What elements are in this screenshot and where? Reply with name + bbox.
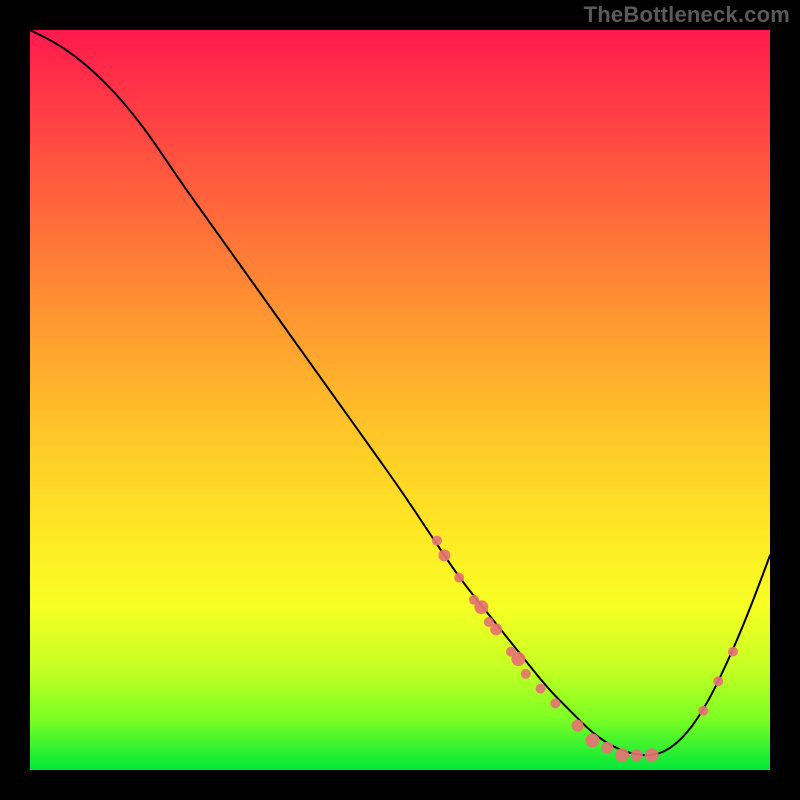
marker-dot [615, 748, 629, 762]
marker-dot [698, 706, 708, 716]
marker-dot [521, 669, 531, 679]
marker-dot [490, 623, 502, 635]
marker-dot [536, 684, 546, 694]
marker-dot [585, 733, 599, 747]
chart-root: TheBottleneck.com [0, 0, 800, 800]
curve-markers [432, 536, 738, 763]
plot-frame [30, 30, 770, 770]
marker-dot [601, 742, 613, 754]
marker-dot [713, 676, 723, 686]
watermark-text: TheBottleneck.com [584, 2, 790, 28]
marker-dot [432, 536, 442, 546]
curve-overlay [30, 30, 770, 770]
marker-dot [645, 748, 659, 762]
marker-dot [572, 720, 584, 732]
marker-dot [511, 652, 525, 666]
marker-dot [474, 600, 488, 614]
marker-dot [454, 573, 464, 583]
marker-dot [728, 647, 738, 657]
marker-dot [550, 698, 560, 708]
marker-dot [631, 749, 643, 761]
marker-dot [438, 549, 450, 561]
main-curve [30, 30, 770, 755]
